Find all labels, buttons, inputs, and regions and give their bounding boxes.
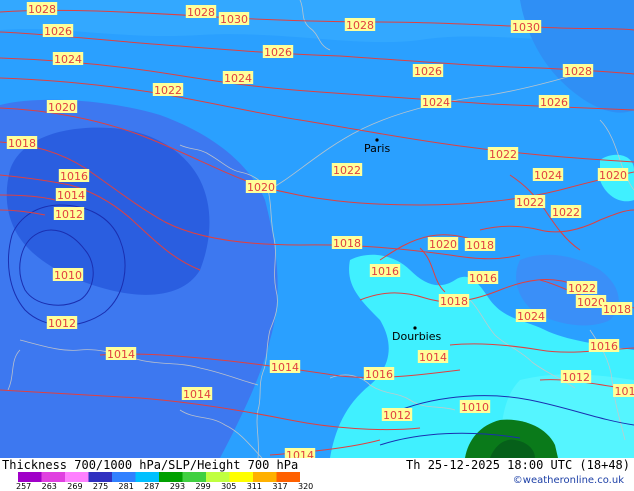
isobar-label: 1022 — [568, 282, 596, 295]
map-footer: Thickness 700/1000 hPa/SLP/Height 700 hP… — [0, 458, 634, 490]
isobar-label: 1030 — [512, 21, 540, 34]
isobar-label: 1016 — [590, 340, 618, 353]
isobar-label: 1026 — [44, 25, 72, 38]
city-label-dourbies: Dourbies — [392, 330, 442, 343]
colorbar-swatch — [183, 472, 207, 482]
isobar-label: 1018 — [8, 137, 36, 150]
isobar-label: 1010 — [54, 269, 82, 282]
colorbar-swatch — [206, 472, 230, 482]
colorbar-swatch — [253, 472, 277, 482]
isobar-label: 1026 — [414, 65, 442, 78]
colorbar-swatch — [65, 472, 89, 482]
isobar-label: 1026 — [540, 96, 568, 109]
isobar-label: 1022 — [154, 84, 182, 97]
isobar-label: 1014 — [107, 348, 135, 361]
isobar-label: 1014 — [286, 449, 314, 458]
isobar-label: 1028 — [346, 19, 374, 32]
colorbar-swatch — [112, 472, 136, 482]
isobar-label: 1022 — [552, 206, 580, 219]
isobar-label: 1012 — [383, 409, 411, 422]
isobar-label: 1024 — [517, 310, 545, 323]
map-datetime: Th 25-12-2025 18:00 UTC (18+48) — [406, 458, 630, 472]
map-title: Thickness 700/1000 hPa/SLP/Height 700 hP… — [2, 458, 298, 472]
isobar-label: 1010 — [461, 401, 489, 414]
colorbar-swatch — [89, 472, 113, 482]
isobar-label: 1024 — [534, 169, 562, 182]
colorbar-swatch — [230, 472, 254, 482]
isobar-label: 1022 — [489, 148, 517, 161]
isobar-label: 1022 — [516, 196, 544, 209]
isobar-label: 1018 — [603, 303, 631, 316]
isobar-label: 1012 — [55, 208, 83, 221]
isobar-label: 1028 — [187, 6, 215, 19]
credit-link[interactable]: ©weatheronline.co.uk — [513, 475, 624, 486]
colorbar-swatch — [136, 472, 160, 482]
isobar-label: 1014 — [419, 351, 447, 364]
isobar-label: 101 — [615, 385, 634, 398]
isobar-label: 1026 — [264, 46, 292, 59]
isobar-label: 1016 — [365, 368, 393, 381]
city-label-paris: Paris — [364, 142, 390, 155]
isobar-label: 1020 — [577, 296, 605, 309]
colorbar-swatch — [42, 472, 66, 482]
colorbar-swatch — [159, 472, 183, 482]
isobar-label: 1014 — [183, 388, 211, 401]
isobar-label: 1028 — [28, 3, 56, 16]
isobar-label: 1020 — [247, 181, 275, 194]
isobar-label: 1014 — [57, 189, 85, 202]
isobar-label: 1020 — [429, 238, 457, 251]
isobar-label: 1016 — [371, 265, 399, 278]
isobar-label: 1012 — [48, 317, 76, 330]
isobar-label: 1024 — [54, 53, 82, 66]
colorbar-swatch — [277, 472, 301, 482]
isobar-label: 1016 — [469, 272, 497, 285]
isobar-label: 1014 — [271, 361, 299, 374]
isobar-label: 1018 — [333, 237, 361, 250]
isobar-label: 1028 — [564, 65, 592, 78]
isobar-label: 1024 — [224, 72, 252, 85]
isobar-label: 1030 — [220, 13, 248, 26]
isobar-label: 1020 — [599, 169, 627, 182]
isobar-label: 1018 — [466, 239, 494, 252]
isobar-label: 1016 — [60, 170, 88, 183]
isobar-label: 1012 — [562, 371, 590, 384]
isobar-label: 1022 — [333, 164, 361, 177]
isobar-label: 1020 — [48, 101, 76, 114]
isobar-label: 1018 — [440, 295, 468, 308]
weather-map-view: 1028 1028 1030 1028 1030 1026 1026 1024 1024 1026… — [0, 0, 634, 490]
isobar-label: 1024 — [422, 96, 450, 109]
map-canvas: 1028 1028 1030 1028 1030 1026 1026 1024 1024 1026… — [0, 0, 634, 458]
